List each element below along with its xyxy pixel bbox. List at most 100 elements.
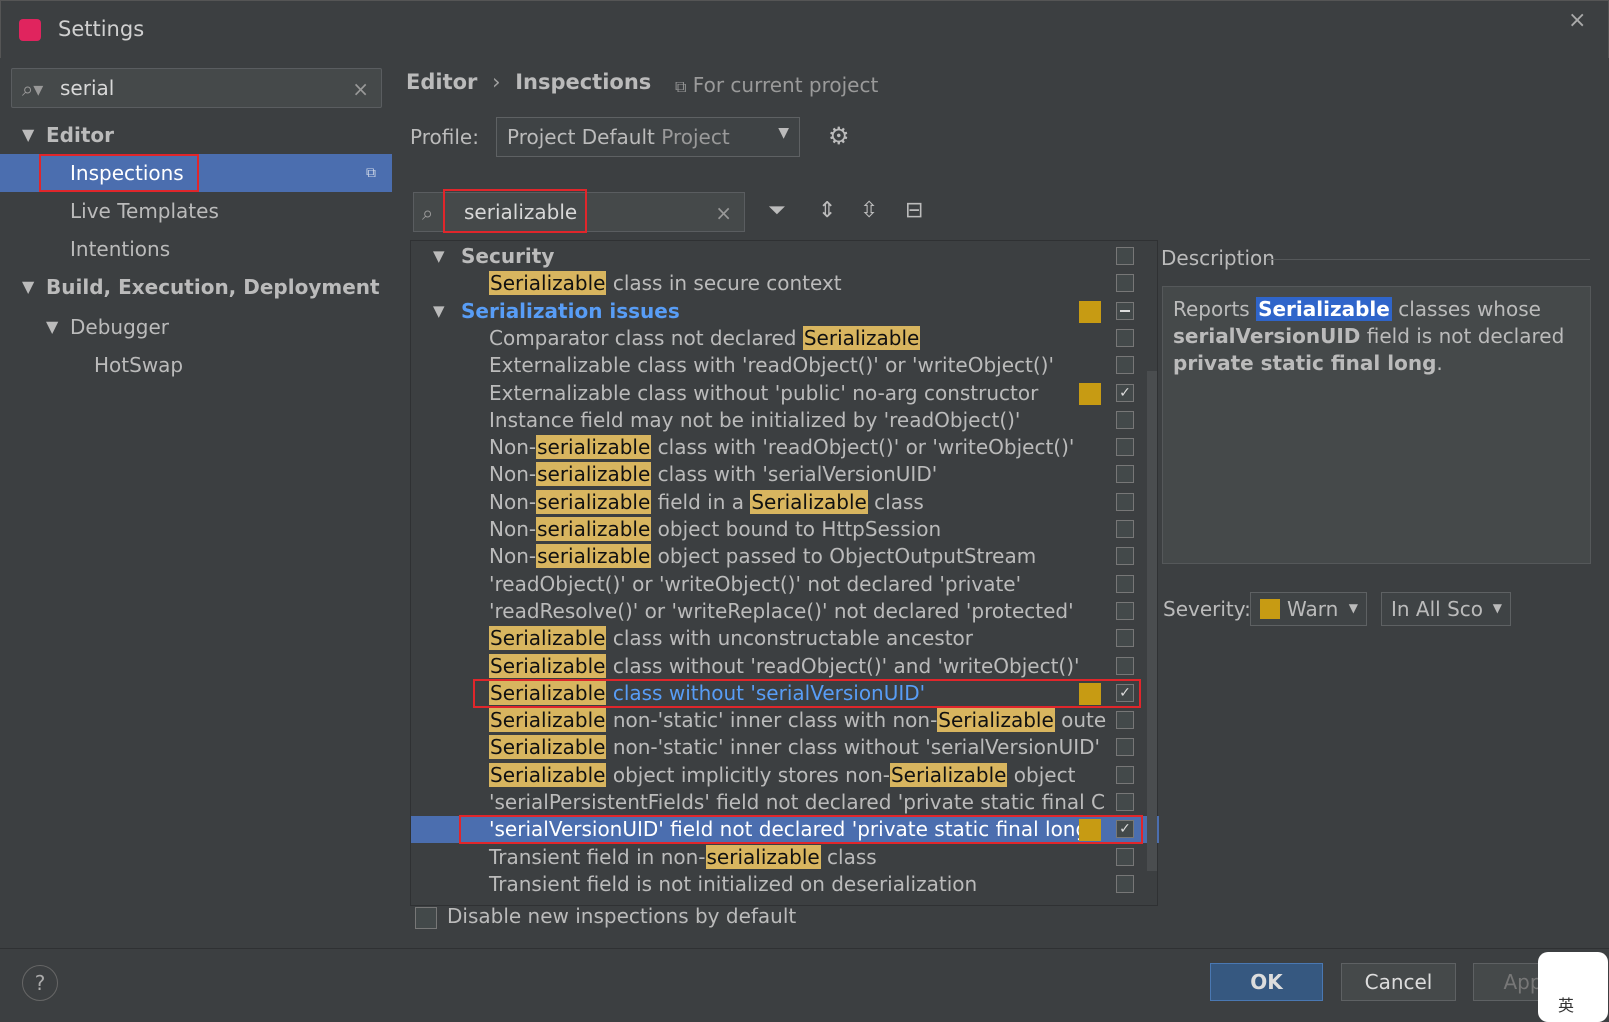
search-match-highlight: Serializable: [489, 763, 607, 787]
inspection-row[interactable]: Serializable class in secure context: [411, 270, 1159, 297]
inspection-enabled-checkbox[interactable]: [1116, 247, 1134, 265]
inspection-label-text: class in secure context: [606, 271, 842, 295]
inspection-row[interactable]: Serializable class without 'serialVersio…: [411, 679, 1159, 708]
inspection-enabled-checkbox[interactable]: [1116, 738, 1134, 756]
clear-search-icon[interactable]: ×: [352, 77, 369, 101]
inspection-row[interactable]: Serializable non-'static' inner class wi…: [411, 707, 1159, 734]
inspection-label-text: Instance field may not be initialized by…: [489, 408, 1021, 432]
inspection-enabled-checkbox[interactable]: [1116, 602, 1134, 620]
inspection-enabled-checkbox[interactable]: [1116, 629, 1134, 647]
inspection-enabled-checkbox[interactable]: [1116, 657, 1134, 675]
reset-icon[interactable]: ⊟: [905, 198, 923, 223]
expand-arrow-icon[interactable]: ▼: [22, 268, 34, 306]
inspection-row[interactable]: Non-serializable object passed to Object…: [411, 543, 1159, 570]
inspection-enabled-checkbox[interactable]: [1116, 356, 1134, 374]
inspection-row[interactable]: Transient field is not initialized on de…: [411, 871, 1159, 898]
close-button[interactable]: ×: [1568, 8, 1586, 33]
inspection-enabled-checkbox[interactable]: [1116, 766, 1134, 784]
expand-all-icon[interactable]: ⇕: [818, 198, 836, 223]
tree-item-label: HotSwap: [94, 353, 184, 377]
search-match-highlight: Serializable: [489, 735, 607, 759]
project-icon: ⧉: [675, 77, 687, 96]
inspection-row[interactable]: 'readResolve()' or 'writeReplace()' not …: [411, 598, 1159, 625]
project-icon: ⧉: [366, 165, 376, 181]
inspection-enabled-checkbox[interactable]: [1116, 493, 1134, 511]
inspection-label: 'readObject()' or 'writeObject()' not de…: [489, 571, 1021, 598]
inspection-enabled-checkbox[interactable]: [1116, 520, 1134, 538]
inspection-row[interactable]: Non-serializable object bound to HttpSes…: [411, 516, 1159, 543]
inspection-enabled-checkbox[interactable]: [1116, 793, 1134, 811]
inspection-row[interactable]: Instance field may not be initialized by…: [411, 407, 1159, 434]
disable-new-inspections-checkbox[interactable]: Disable new inspections by default: [415, 904, 796, 929]
inspection-enabled-checkbox[interactable]: [1116, 438, 1134, 456]
inspection-row[interactable]: Serializable class without 'readObject()…: [411, 653, 1159, 680]
settings-search-input[interactable]: ⌕▾ serial ×: [11, 68, 382, 108]
expand-arrow-icon[interactable]: ▼: [433, 298, 445, 325]
inspection-row[interactable]: 'readObject()' or 'writeObject()' not de…: [411, 571, 1159, 598]
inspection-row[interactable]: Non-serializable field in a Serializable…: [411, 489, 1159, 516]
inspection-enabled-checkbox[interactable]: [1116, 329, 1134, 347]
filter-icon[interactable]: ⏷: [768, 198, 786, 223]
search-match-highlight: serializable: [536, 435, 652, 459]
tree-item-intentions[interactable]: Intentions: [0, 230, 392, 268]
ime-indicator: 英: [1538, 952, 1608, 1022]
inspection-label: Transient field is not initialized on de…: [489, 871, 977, 898]
inspection-row[interactable]: Externalizable class with 'readObject()'…: [411, 352, 1159, 379]
gear-icon[interactable]: ⚙: [828, 122, 850, 150]
tree-item-debugger[interactable]: ▼ Debugger: [0, 308, 392, 346]
collapse-all-icon[interactable]: ⇳: [860, 198, 878, 223]
inspection-label-text: Non-: [489, 462, 537, 486]
inspection-label: 'serialPersistentFields' field not decla…: [489, 789, 1105, 816]
breadcrumb-editor[interactable]: Editor: [406, 70, 477, 94]
tree-item-label: Live Templates: [70, 199, 219, 223]
inspection-enabled-checkbox[interactable]: [1116, 302, 1134, 320]
inspection-label: Non-serializable class with 'serialVersi…: [489, 461, 937, 488]
scope-dropdown[interactable]: In All Sco ▼: [1381, 592, 1511, 626]
expand-arrow-icon[interactable]: ▼: [46, 308, 58, 346]
ok-button[interactable]: OK: [1210, 963, 1323, 1001]
inspection-group[interactable]: ▼ Security: [411, 243, 1159, 270]
inspection-enabled-checkbox[interactable]: [1116, 465, 1134, 483]
inspection-label-text: Externalizable class with 'readObject()'…: [489, 353, 1054, 377]
inspection-row[interactable]: Non-serializable class with 'serialVersi…: [411, 461, 1159, 488]
inspection-row[interactable]: Transient field in non-serializable clas…: [411, 844, 1159, 871]
help-button[interactable]: ?: [22, 965, 58, 1001]
tree-item-inspections[interactable]: Inspections ⧉: [0, 154, 392, 192]
inspection-row[interactable]: 'serialVersionUID' field not declared 'p…: [411, 815, 1159, 844]
inspection-row[interactable]: Externalizable class without 'public' no…: [411, 380, 1159, 407]
inspection-row[interactable]: Serializable non-'static' inner class wi…: [411, 734, 1159, 761]
tree-item-build-execution-deployment[interactable]: ▼ Build, Execution, Deployment: [0, 268, 392, 306]
inspection-label: Non-serializable class with 'readObject(…: [489, 434, 1074, 461]
severity-dropdown[interactable]: Warn ▼: [1250, 592, 1367, 626]
inspection-enabled-checkbox[interactable]: [1116, 411, 1134, 429]
search-match-highlight: Serializable: [489, 654, 607, 678]
description-text: classes whose: [1391, 297, 1541, 321]
inspection-row[interactable]: Comparator class not declared Serializab…: [411, 325, 1159, 352]
tree-item-hotswap[interactable]: HotSwap: [0, 346, 392, 384]
tree-item-live-templates[interactable]: Live Templates: [0, 192, 392, 230]
severity-color-swatch: [1079, 383, 1101, 405]
profile-dropdown[interactable]: Project Default Project ▼: [496, 117, 800, 157]
inspection-row[interactable]: 'serialPersistentFields' field not decla…: [411, 789, 1159, 816]
inspection-enabled-checkbox[interactable]: [1116, 875, 1134, 893]
expand-arrow-icon[interactable]: ▼: [433, 243, 445, 270]
inspection-enabled-checkbox[interactable]: [1116, 575, 1134, 593]
inspection-label-text: Externalizable class without 'public' no…: [489, 381, 1039, 405]
inspection-enabled-checkbox[interactable]: [1116, 711, 1134, 729]
inspection-label-text: class without 'readObject()' and 'writeO…: [606, 654, 1080, 678]
inspection-enabled-checkbox[interactable]: ✓: [1116, 384, 1134, 402]
tree-item-editor[interactable]: ▼ Editor: [0, 116, 392, 154]
inspection-label: Instance field may not be initialized by…: [489, 407, 1020, 434]
inspection-enabled-checkbox[interactable]: [1116, 848, 1134, 866]
cancel-button[interactable]: Cancel: [1341, 963, 1456, 1001]
breadcrumb-inspections: Inspections: [515, 70, 652, 94]
inspection-enabled-checkbox[interactable]: [1116, 547, 1134, 565]
clear-filter-icon[interactable]: ×: [715, 201, 732, 225]
inspection-group[interactable]: ▼ Serialization issues: [411, 298, 1159, 325]
expand-arrow-icon[interactable]: ▼: [22, 116, 34, 154]
inspection-row[interactable]: Serializable object implicitly stores no…: [411, 762, 1159, 789]
inspection-row[interactable]: Serializable class with unconstructable …: [411, 625, 1159, 652]
inspection-row[interactable]: Non-serializable class with 'readObject(…: [411, 434, 1159, 461]
inspection-enabled-checkbox[interactable]: [1116, 274, 1134, 292]
list-scrollbar[interactable]: [1147, 371, 1157, 871]
